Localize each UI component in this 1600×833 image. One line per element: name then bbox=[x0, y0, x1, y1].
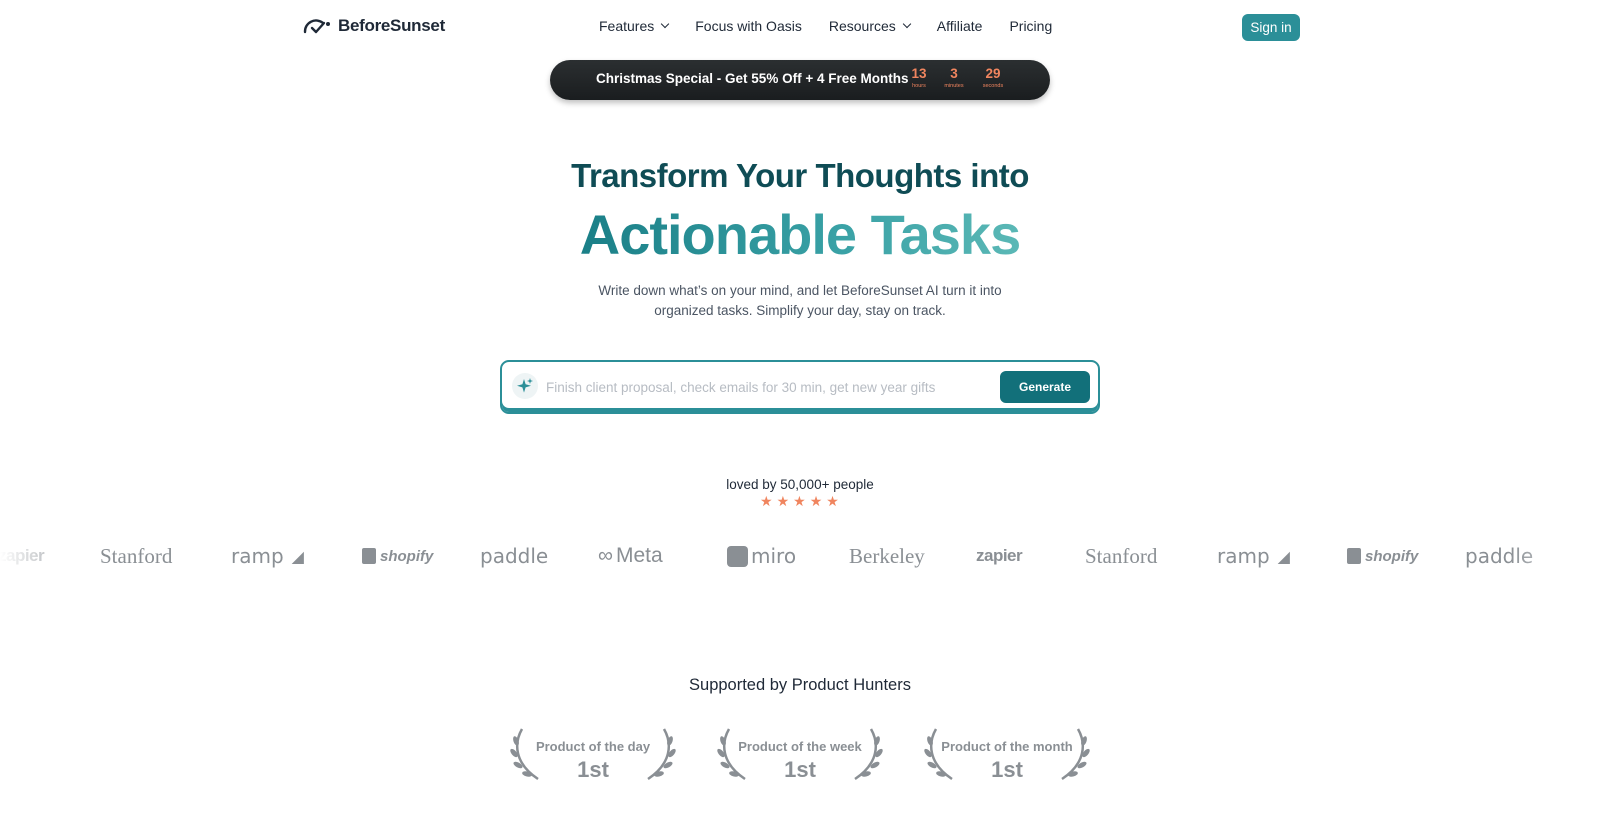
generate-button[interactable]: Generate bbox=[1000, 371, 1090, 403]
logo-text: paddle bbox=[480, 544, 549, 568]
logo-paddle: paddle bbox=[480, 538, 548, 574]
logo-text: zapier bbox=[976, 546, 1023, 565]
logo-text: shopify bbox=[380, 547, 434, 565]
logo-text: Stanford bbox=[100, 543, 173, 568]
logo-text: shopify bbox=[1365, 547, 1419, 565]
main-nav: Features Focus with Oasis Resources Affi… bbox=[599, 18, 1052, 34]
countdown-unit: seconds bbox=[982, 83, 1004, 89]
nav-item-features[interactable]: Features bbox=[599, 18, 670, 34]
logo-meta: ∞ Meta bbox=[598, 538, 663, 574]
ramp-mark-icon: ◢ bbox=[1277, 546, 1290, 566]
countdown-value: 13 bbox=[911, 66, 927, 81]
logo-text: Meta bbox=[615, 544, 663, 567]
logo-text: Stanford bbox=[1085, 543, 1158, 568]
promo-text: Christmas Special - Get 55% Off + 4 Free… bbox=[596, 71, 909, 86]
countdown-hours: 13 hours bbox=[899, 66, 939, 90]
logo-text: ramp bbox=[231, 544, 284, 568]
nav-item-label: Pricing bbox=[1009, 18, 1053, 34]
hero-title-gradient-text: Actionable Tasks bbox=[579, 203, 1021, 266]
logo-zapier: zapier bbox=[976, 538, 1023, 574]
nav-item-label: Features bbox=[599, 18, 655, 34]
chevron-down-icon bbox=[902, 19, 912, 29]
star-icon: ★ bbox=[826, 493, 839, 509]
brand-logo[interactable]: BeforeSunset bbox=[302, 16, 445, 36]
ramp-mark-icon: ◢ bbox=[291, 546, 304, 566]
nav-item-label: Focus with Oasis bbox=[695, 18, 802, 34]
logo-text: miro bbox=[751, 544, 797, 568]
logo-text: ramp bbox=[1217, 544, 1270, 568]
hero-subtitle-line2: organized tasks. Simplify your day, stay… bbox=[654, 303, 946, 318]
award-label: Product of the month bbox=[941, 739, 1073, 754]
sparkle-icon bbox=[512, 373, 538, 399]
logo-stanford: Stanford bbox=[1085, 538, 1157, 574]
customer-logos-strip: zapier Stanford ramp ◢ shopify paddle ∞Me… bbox=[0, 538, 1600, 574]
award-product-of-month: Product of the month 1st bbox=[922, 727, 1092, 783]
nav-item-label: Resources bbox=[828, 18, 896, 34]
logo-shopify: shopify bbox=[1347, 538, 1418, 574]
countdown-minutes: 3 minutes bbox=[934, 66, 974, 90]
award-product-of-week: Product of the week 1st bbox=[715, 727, 885, 783]
rating-stars: ★ ★ ★ ★ ★ bbox=[760, 494, 839, 508]
logo-stanford: Stanford bbox=[100, 538, 172, 574]
star-icon: ★ bbox=[809, 493, 823, 509]
award-rank: 1st bbox=[784, 757, 816, 782]
site-header: BeforeSunset Features Focus with Oasis R… bbox=[0, 0, 1600, 54]
nav-item-pricing[interactable]: Pricing bbox=[1009, 18, 1052, 34]
logo-ramp: ramp ◢ bbox=[1217, 538, 1290, 574]
logo-strip-fade-left bbox=[0, 538, 90, 574]
nav-item-label: Affiliate bbox=[936, 18, 983, 34]
hero-title-line2: Actionable Tasks bbox=[0, 200, 1600, 270]
nav-item-resources[interactable]: Resources bbox=[828, 18, 912, 34]
nav-item-affiliate[interactable]: Affiliate bbox=[937, 18, 983, 34]
award-label: Product of the week bbox=[738, 739, 862, 754]
logo-strip-fade-right bbox=[1510, 538, 1600, 574]
logo-berkeley: Berkeley bbox=[849, 538, 925, 574]
miro-mark-icon bbox=[727, 545, 748, 567]
shopping-bag-icon bbox=[362, 548, 376, 564]
star-icon: ★ bbox=[793, 493, 806, 509]
nav-item-focus-with-oasis[interactable]: Focus with Oasis bbox=[695, 18, 802, 34]
sunset-gauge-icon bbox=[303, 19, 330, 34]
hero-subtitle-line1: Write down what’s on your mind, and let … bbox=[598, 283, 1002, 298]
award-label: Product of the day bbox=[535, 739, 651, 754]
shopping-bag-icon bbox=[1347, 548, 1361, 564]
award-product-of-day: Product of the day 1st bbox=[508, 727, 678, 783]
countdown-seconds: 29 seconds bbox=[973, 66, 1013, 90]
star-icon: ★ bbox=[760, 493, 773, 509]
brand-name: BeforeSunset bbox=[338, 16, 445, 35]
countdown-value: 29 bbox=[985, 66, 1001, 81]
hero-subtitle: Write down what’s on your mind, and let … bbox=[0, 281, 1600, 321]
logo-shopify: shopify bbox=[362, 538, 433, 574]
product-hunt-title: Supported by Product Hunters bbox=[689, 676, 911, 694]
countdown-value: 3 bbox=[950, 66, 958, 81]
sign-in-button[interactable]: Sign in bbox=[1242, 14, 1300, 41]
task-generator-form: Generate bbox=[500, 360, 1100, 414]
logo-miro: miro bbox=[727, 538, 796, 574]
hero-title-line1: Transform Your Thoughts into bbox=[571, 157, 1029, 194]
logo-text: Berkeley bbox=[849, 543, 925, 568]
logo-ramp: ramp ◢ bbox=[231, 538, 304, 574]
infinity-icon: ∞ bbox=[598, 544, 613, 567]
task-input[interactable] bbox=[546, 376, 986, 398]
countdown-unit: hours bbox=[912, 83, 926, 89]
star-icon: ★ bbox=[776, 493, 790, 509]
countdown-unit: minutes bbox=[944, 83, 964, 89]
award-rank: 1st bbox=[991, 757, 1023, 782]
promo-banner[interactable]: Christmas Special - Get 55% Off + 4 Free… bbox=[550, 60, 1050, 100]
social-proof-text: loved by 50,000+ people bbox=[726, 477, 874, 492]
chevron-down-icon bbox=[661, 19, 670, 29]
award-rank: 1st bbox=[577, 757, 609, 782]
